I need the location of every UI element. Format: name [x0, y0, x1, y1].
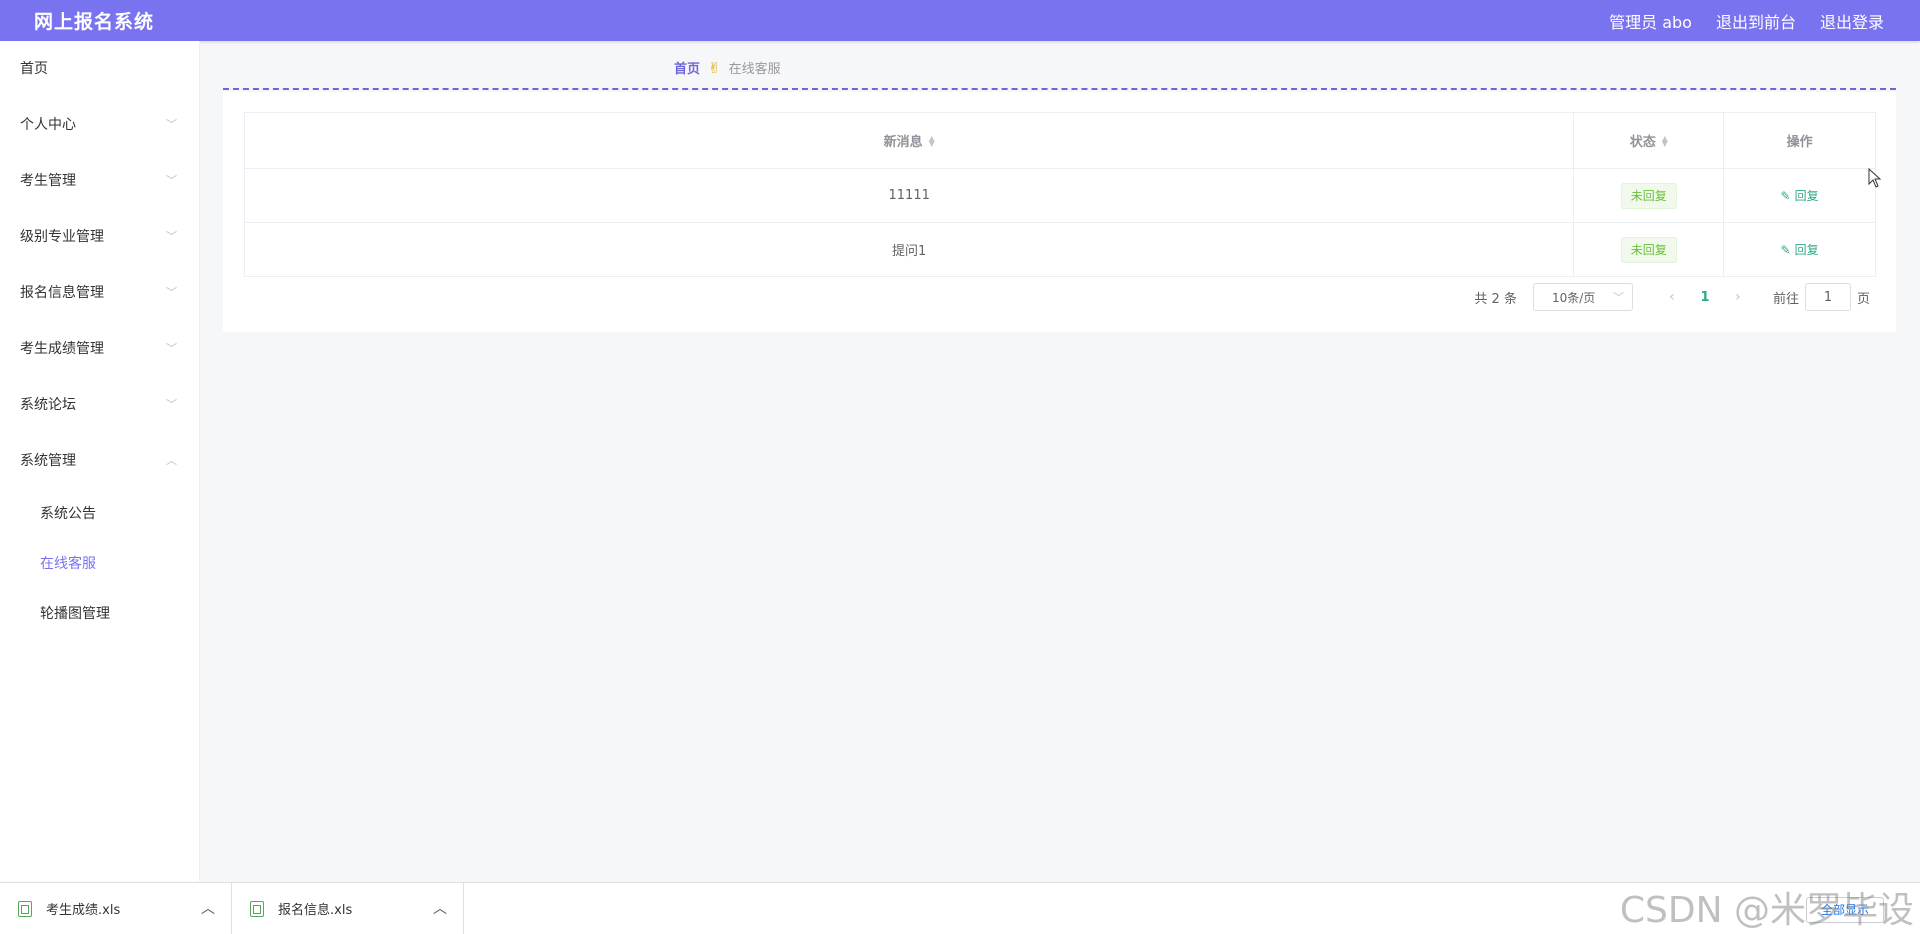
- sidebar-item-student-management[interactable]: 考生管理 ﹀: [0, 153, 199, 209]
- sidebar-subitem-label: 在线客服: [40, 556, 96, 572]
- page-size-select[interactable]: 10条/页 ﹀: [1532, 283, 1633, 311]
- sort-icon[interactable]: ▲ ▼: [1662, 134, 1668, 147]
- sidebar-item-label: 系统管理: [20, 453, 76, 469]
- chevron-down-icon: ﹀: [166, 118, 177, 131]
- reply-button[interactable]: ✎ 回复: [1781, 187, 1819, 204]
- status-badge: 未回复: [1620, 182, 1677, 209]
- table-header-row: 新消息 ▲ ▼ 状态 ▲ ▼ 操作: [245, 113, 1875, 169]
- breadcrumb-divider: [223, 88, 1896, 90]
- chevron-down-icon: ﹀: [166, 174, 177, 187]
- watermark: CSDN @米罗毕设: [1619, 890, 1914, 931]
- page-number-button[interactable]: 1: [1687, 290, 1723, 305]
- sort-icon[interactable]: ▲ ▼: [929, 134, 935, 147]
- status-badge: 未回复: [1620, 236, 1677, 263]
- sidebar-item-label: 系统论坛: [20, 397, 76, 413]
- sidebar-item-label: 级别专业管理: [20, 229, 104, 245]
- column-header-message[interactable]: 新消息 ▲ ▼: [245, 113, 1575, 168]
- goto-label: 前往: [1772, 291, 1799, 307]
- sidebar-item-label: 考生管理: [20, 173, 76, 189]
- download-item[interactable]: 报名信息.xls ︿: [232, 882, 464, 934]
- sidebar-subitem-label: 系统公告: [40, 506, 96, 522]
- breadcrumb-current: 在线客服: [728, 62, 781, 77]
- sidebar-item-score-management[interactable]: 考生成绩管理 ﹀: [0, 321, 199, 377]
- logout-link[interactable]: 退出登录: [1820, 9, 1884, 33]
- pagination: 共 2 条 10条/页 ﹀ ‹ 1 › 前往 页: [1474, 283, 1870, 311]
- goto-page-input[interactable]: [1804, 283, 1851, 311]
- pagination-total: 共 2 条: [1474, 291, 1517, 307]
- sidebar-item-registration-management[interactable]: 报名信息管理 ﹀: [0, 265, 199, 321]
- column-header-status[interactable]: 状态 ▲ ▼: [1574, 113, 1725, 168]
- action-cell: ✎ 回复: [1724, 223, 1875, 276]
- prev-page-button[interactable]: ‹: [1657, 289, 1687, 305]
- chevron-up-icon[interactable]: ︿: [433, 898, 447, 918]
- sidebar: 首页 个人中心 ﹀ 考生管理 ﹀ 级别专业管理 ﹀ 报名信息管理 ﹀ 考生成绩管…: [0, 41, 200, 881]
- edit-icon: ✎: [1780, 189, 1791, 203]
- chevron-up-icon: ︿: [166, 454, 177, 467]
- download-filename: 报名信息.xls: [278, 903, 353, 918]
- spreadsheet-file-icon: [250, 900, 264, 917]
- download-filename: 考生成绩.xls: [46, 903, 121, 918]
- status-cell: 未回复: [1574, 223, 1725, 276]
- breadcrumb: 首页 ✌ 在线客服: [674, 58, 781, 78]
- chevron-down-icon: ﹀: [166, 286, 177, 299]
- chevron-down-icon: ﹀: [166, 398, 177, 411]
- message-cell: 11111: [245, 169, 1575, 222]
- table-row: 提问1 未回复 ✎ 回复: [245, 223, 1875, 277]
- hand-icon: ✌: [708, 58, 721, 77]
- message-cell: 提问1: [245, 223, 1575, 276]
- chevron-down-icon: ﹀: [1612, 291, 1624, 304]
- sidebar-subitem-carousel-management[interactable]: 轮播图管理: [0, 589, 199, 639]
- chevron-up-icon[interactable]: ︿: [201, 898, 215, 918]
- sidebar-item-home[interactable]: 首页: [0, 41, 199, 97]
- goto-suffix: 页: [1856, 291, 1870, 307]
- sidebar-subitem-label: 轮播图管理: [40, 606, 110, 622]
- exit-to-front-link[interactable]: 退出到前台: [1716, 9, 1796, 33]
- edit-icon: ✎: [1780, 243, 1791, 257]
- spreadsheet-file-icon: [18, 900, 32, 917]
- sidebar-item-system-management[interactable]: 系统管理 ︿: [0, 433, 199, 489]
- header-actions: 管理员 abo 退出到前台 退出登录: [1609, 9, 1884, 33]
- chevron-down-icon: ﹀: [166, 230, 177, 243]
- breadcrumb-home-link[interactable]: 首页: [674, 58, 700, 77]
- app-title: 网上报名系统: [34, 11, 155, 33]
- next-page-button[interactable]: ›: [1723, 289, 1753, 305]
- sidebar-item-label: 考生成绩管理: [20, 341, 104, 357]
- sidebar-item-label: 报名信息管理: [20, 285, 104, 301]
- action-cell: ✎ 回复: [1724, 169, 1875, 222]
- sidebar-item-level-major-management[interactable]: 级别专业管理 ﹀: [0, 209, 199, 265]
- reply-button[interactable]: ✎ 回复: [1781, 241, 1819, 258]
- messages-table: 新消息 ▲ ▼ 状态 ▲ ▼ 操作 11111 未回复 ✎ 回复 提问1 未回复…: [244, 112, 1876, 277]
- current-user-label: 管理员 abo: [1609, 12, 1692, 32]
- sidebar-item-label: 首页: [20, 61, 48, 77]
- sidebar-subitem-announcements[interactable]: 系统公告: [0, 489, 199, 539]
- download-item[interactable]: 考生成绩.xls ︿: [0, 882, 232, 934]
- column-header-action: 操作: [1786, 135, 1813, 150]
- sidebar-item-forum[interactable]: 系统论坛 ﹀: [0, 377, 199, 433]
- content-card: 新消息 ▲ ▼ 状态 ▲ ▼ 操作 11111 未回复 ✎ 回复 提问1 未回复…: [223, 92, 1896, 332]
- chevron-down-icon: ﹀: [166, 342, 177, 355]
- top-header: 网上报名系统 管理员 abo 退出到前台 退出登录: [0, 0, 1920, 41]
- status-cell: 未回复: [1574, 169, 1725, 222]
- sidebar-item-personal-center[interactable]: 个人中心 ﹀: [0, 97, 199, 153]
- sidebar-subitem-online-service[interactable]: 在线客服: [0, 539, 199, 589]
- mouse-cursor-icon: [1868, 168, 1882, 188]
- table-row: 11111 未回复 ✎ 回复: [245, 169, 1875, 223]
- sidebar-item-label: 个人中心: [20, 117, 76, 133]
